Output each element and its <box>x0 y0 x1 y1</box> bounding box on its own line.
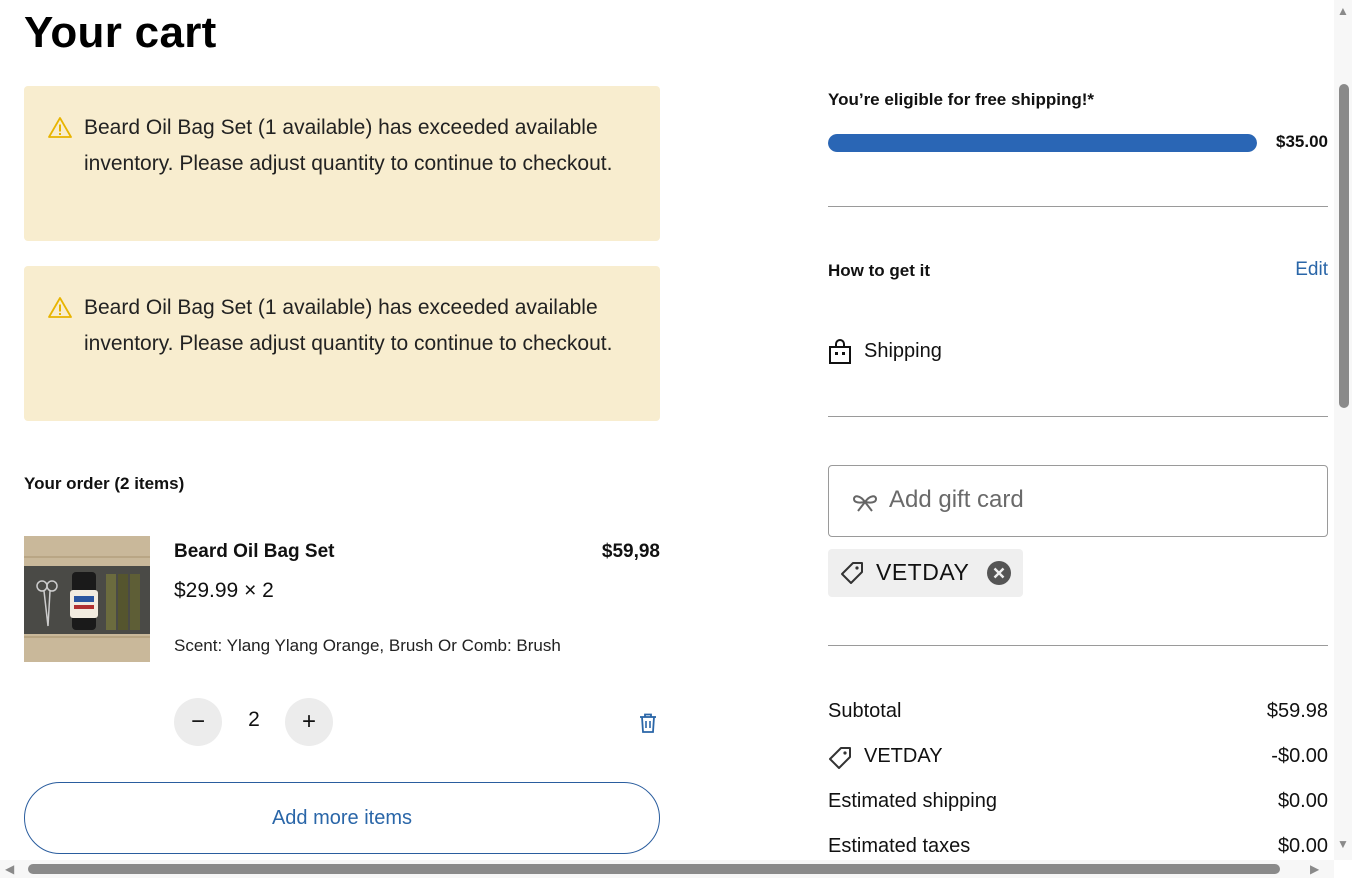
gift-card-placeholder: Add gift card <box>889 486 1024 513</box>
taxes-label: Estimated taxes <box>828 835 971 857</box>
discount-label: VETDAY <box>864 745 943 767</box>
increase-quantity-button[interactable]: + <box>285 698 333 746</box>
shipping-label: Estimated shipping <box>828 790 997 812</box>
add-more-items-button[interactable]: Add more items <box>24 782 660 854</box>
warning-icon <box>48 297 72 318</box>
tag-icon <box>829 747 851 769</box>
summary-subtotal: Subtotal $59.98 <box>828 700 1328 730</box>
order-heading: Your order (2 items) <box>24 474 185 493</box>
discount-value: -$0.00 <box>1271 745 1328 767</box>
shopping-bag-icon <box>829 339 851 364</box>
vertical-scroll-thumb[interactable] <box>1339 84 1349 408</box>
gift-ribbon-icon <box>852 495 878 512</box>
page-title: Your cart <box>24 8 217 57</box>
quantity-value: 2 <box>248 708 260 731</box>
free-shipping-progress <box>828 134 1257 152</box>
summary-shipping: Estimated shipping $0.00 <box>828 790 1328 820</box>
edit-fulfillment-link[interactable]: Edit <box>1295 259 1328 281</box>
remove-discount-icon[interactable] <box>986 560 1012 586</box>
scroll-right-arrow-icon[interactable]: ▶ <box>1310 863 1319 875</box>
inventory-alert: Beard Oil Bag Set (1 available) has exce… <box>24 266 660 421</box>
unit-price-quantity: $29.99 × 2 <box>174 579 274 602</box>
horizontal-scroll-thumb[interactable] <box>28 864 1280 874</box>
summary-discount: VETDAY -$0.00 <box>828 745 1328 775</box>
line-total: $59,98 <box>601 541 660 562</box>
divider <box>828 206 1328 207</box>
trash-icon[interactable] <box>636 711 660 735</box>
tag-icon <box>841 562 863 584</box>
warning-icon <box>48 117 72 138</box>
inventory-alert: Beard Oil Bag Set (1 available) has exce… <box>24 86 660 241</box>
free-shipping-message: You’re eligible for free shipping!* <box>828 90 1095 109</box>
decrease-quantity-button[interactable]: − <box>174 698 222 746</box>
divider <box>828 416 1328 417</box>
subtotal-label: Subtotal <box>828 700 902 722</box>
product-variant: Scent: Ylang Ylang Orange, Brush Or Comb… <box>174 636 561 655</box>
scroll-up-arrow-icon[interactable]: ▲ <box>1337 5 1349 17</box>
alert-message: Beard Oil Bag Set (1 available) has exce… <box>84 116 613 175</box>
scroll-down-arrow-icon[interactable]: ▼ <box>1337 838 1349 850</box>
free-shipping-threshold: $35.00 <box>1276 132 1328 151</box>
discount-chip: VETDAY <box>828 549 1023 597</box>
vertical-scrollbar[interactable]: ▲ ▼ <box>1334 0 1352 860</box>
product-name[interactable]: Beard Oil Bag Set <box>174 541 335 563</box>
discount-code: VETDAY <box>876 559 970 585</box>
subtotal-value: $59.98 <box>1266 700 1328 722</box>
alert-message: Beard Oil Bag Set (1 available) has exce… <box>84 296 613 355</box>
product-image[interactable] <box>24 536 150 662</box>
fulfillment-method: Shipping <box>864 340 942 362</box>
horizontal-scrollbar[interactable]: ◀ ▶ <box>0 860 1334 878</box>
divider <box>828 645 1328 646</box>
scroll-left-arrow-icon[interactable]: ◀ <box>5 863 14 875</box>
fulfillment-title: How to get it <box>828 261 930 280</box>
gift-card-field[interactable]: Add gift card <box>828 465 1328 537</box>
taxes-value: $0.00 <box>1277 835 1328 857</box>
shipping-value: $0.00 <box>1277 790 1328 812</box>
progress-fill <box>828 134 1257 152</box>
